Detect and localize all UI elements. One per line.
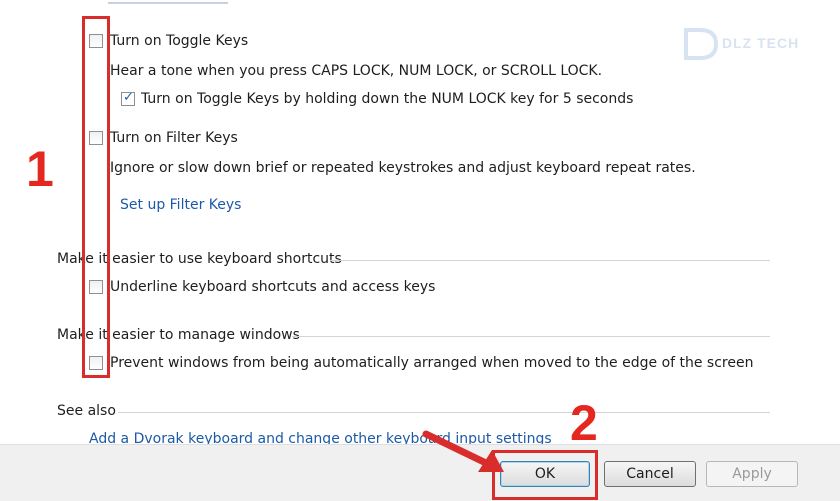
- watermark-text: DLZ TECH: [722, 35, 800, 51]
- see-also-heading: See also: [57, 403, 116, 419]
- annotation-arrow-icon: [422, 430, 504, 472]
- filter-keys-label[interactable]: Turn on Filter Keys: [110, 129, 238, 147]
- setup-filter-keys-link[interactable]: Set up Filter Keys: [120, 196, 241, 214]
- checkmark-icon: ✓: [123, 90, 134, 105]
- apply-button: Apply: [706, 461, 798, 487]
- prevent-arrange-label[interactable]: Prevent windows from being automatically…: [110, 354, 753, 372]
- section-divider: [292, 336, 770, 337]
- filter-keys-description: Ignore or slow down brief or repeated ke…: [110, 160, 696, 176]
- toggle-keys-description: Hear a tone when you press CAPS LOCK, NU…: [110, 63, 603, 79]
- section-divider: [330, 260, 770, 261]
- section-divider: [118, 412, 770, 413]
- cancel-button[interactable]: Cancel: [604, 461, 696, 487]
- toggle-keys-numlock-checkbox[interactable]: ✓: [121, 90, 135, 106]
- underline-shortcuts-label[interactable]: Underline keyboard shortcuts and access …: [110, 278, 435, 296]
- annotation-step-1: 1: [26, 141, 54, 197]
- partial-link-remnant: [108, 0, 228, 4]
- toggle-keys-label[interactable]: Turn on Toggle Keys: [110, 32, 248, 50]
- toggle-keys-numlock-label[interactable]: Turn on Toggle Keys by holding down the …: [141, 90, 633, 108]
- annotation-box-checkboxes: [82, 16, 110, 378]
- watermark-icon: [684, 28, 719, 60]
- watermark-logo: DLZ TECH: [682, 26, 798, 62]
- annotation-step-2: 2: [570, 395, 598, 451]
